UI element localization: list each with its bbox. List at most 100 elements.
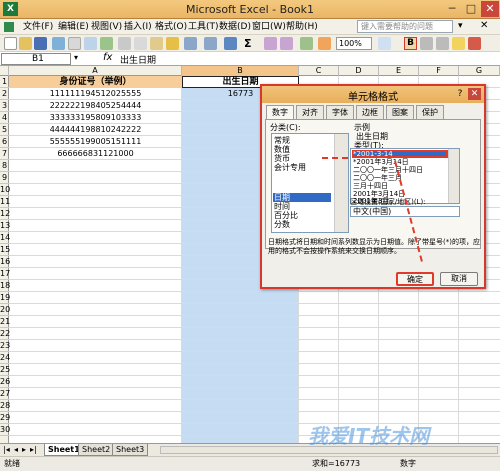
select-all-corner[interactable]	[0, 66, 9, 76]
menu-view[interactable]: 视图(V)	[88, 20, 125, 34]
sheet-tab-3[interactable]: Sheet3	[112, 444, 149, 456]
align-center-icon[interactable]	[420, 37, 433, 50]
row-header[interactable]: 24	[0, 352, 10, 364]
category-currency[interactable]: 货币	[274, 154, 290, 163]
cell-a5[interactable]: 444444198810242222	[9, 124, 182, 136]
cell-a1[interactable]: 身份证号（举例）	[9, 76, 182, 88]
row-header[interactable]: 26	[0, 376, 10, 388]
open-icon[interactable]	[19, 37, 32, 50]
row-header[interactable]: 6	[0, 136, 9, 148]
cancel-button[interactable]: 取消	[440, 272, 478, 286]
row-header[interactable]: 13	[0, 220, 10, 232]
cell-a4[interactable]: 333333195809103333	[9, 112, 182, 124]
column-header-c[interactable]: C	[299, 66, 339, 76]
formula-content[interactable]: 出生日期	[120, 53, 156, 66]
row-header[interactable]: 21	[0, 316, 10, 328]
category-general[interactable]: 常规	[274, 136, 290, 145]
row-header[interactable]: 9	[0, 172, 9, 184]
cell-a6[interactable]: 555555199005151111	[9, 136, 182, 148]
column-header-e[interactable]: E	[379, 66, 419, 76]
print-preview-icon[interactable]	[84, 37, 97, 50]
tab-font[interactable]: 字体	[326, 105, 354, 119]
tab-number[interactable]: 数字	[266, 105, 294, 119]
row-header[interactable]: 18	[0, 280, 10, 292]
column-header-a[interactable]: A	[9, 66, 182, 76]
row-header[interactable]: 1	[0, 76, 9, 88]
cell-a7[interactable]: 666666831121000	[9, 148, 182, 160]
row-header[interactable]: 19	[0, 292, 10, 304]
redo-icon[interactable]	[204, 37, 217, 50]
category-scrollbar[interactable]	[334, 134, 348, 232]
row-header[interactable]: 11	[0, 196, 10, 208]
category-accounting[interactable]: 会计专用	[274, 163, 306, 172]
row-header[interactable]: 8	[0, 160, 9, 172]
tab-alignment[interactable]: 对齐	[296, 105, 324, 119]
help-search-input[interactable]: 键入需要帮助的问题	[357, 20, 453, 33]
tab-border[interactable]: 边框	[356, 105, 384, 119]
minimize-button[interactable]: ─	[443, 1, 461, 17]
sheet-tab-2[interactable]: Sheet2	[78, 444, 115, 456]
insert-function-icon[interactable]: fx	[103, 52, 112, 63]
format-painter-icon[interactable]	[166, 37, 179, 50]
category-list[interactable]: 常规 数值 货币 会计专用 日期 时间 百分比 分数	[271, 133, 349, 233]
tab-prev-icon[interactable]: ◂	[14, 445, 18, 454]
paste-icon[interactable]	[150, 37, 163, 50]
column-header-b[interactable]: B	[182, 66, 299, 76]
name-box-dropdown-icon[interactable]: ▾	[74, 53, 78, 62]
tab-next-icon[interactable]: ▸	[22, 445, 26, 454]
help-icon[interactable]	[378, 37, 391, 50]
locale-select[interactable]: 中文(中国)	[350, 206, 460, 217]
name-box[interactable]: B1	[1, 53, 71, 65]
row-header[interactable]: 15	[0, 244, 10, 256]
row-header[interactable]: 5	[0, 124, 9, 136]
dialog-help-icon[interactable]: ?	[454, 88, 466, 100]
menu-file[interactable]: 文件(F)	[20, 20, 56, 34]
row-header[interactable]: 3	[0, 100, 9, 112]
close-workbook-icon[interactable]: ✕	[480, 20, 488, 31]
cell-a3[interactable]: 222222198405254444	[9, 100, 182, 112]
row-header[interactable]: 12	[0, 208, 10, 220]
permission-icon[interactable]	[52, 37, 65, 50]
close-button[interactable]: ✕	[481, 1, 499, 17]
type-scrollbar[interactable]	[448, 149, 459, 203]
tab-patterns[interactable]: 图案	[386, 105, 414, 119]
column-header-g[interactable]: G	[459, 66, 500, 76]
new-icon[interactable]	[4, 37, 17, 50]
row-header[interactable]: 27	[0, 388, 10, 400]
type-option-3[interactable]: 二〇〇一年三月十四日	[353, 166, 423, 174]
bold-button[interactable]: B	[404, 37, 417, 50]
row-header[interactable]: 10	[0, 184, 10, 196]
print-icon[interactable]	[68, 37, 81, 50]
row-header[interactable]: 17	[0, 268, 10, 280]
row-header[interactable]: 23	[0, 340, 10, 352]
row-header[interactable]: 16	[0, 256, 10, 268]
cell-a2[interactable]: 111111194512025555	[9, 88, 182, 100]
category-percentage[interactable]: 百分比	[274, 211, 298, 220]
zoom-select[interactable]: 100%	[336, 37, 372, 50]
tab-protection[interactable]: 保护	[416, 105, 444, 119]
chart-wizard-icon[interactable]	[300, 37, 313, 50]
row-header[interactable]: 14	[0, 232, 10, 244]
tab-first-icon[interactable]: |◂	[3, 445, 10, 454]
type-option-4[interactable]: 二〇〇一年三月	[353, 174, 402, 182]
help-dropdown-icon[interactable]: ▾	[458, 21, 463, 31]
row-header[interactable]: 28	[0, 400, 10, 412]
spelling-icon[interactable]	[100, 37, 113, 50]
column-header-d[interactable]: D	[339, 66, 379, 76]
type-option-2[interactable]: *2001年3月14日	[353, 158, 409, 166]
row-header[interactable]: 29	[0, 412, 10, 424]
category-time[interactable]: 时间	[274, 202, 290, 211]
row-header[interactable]: 25	[0, 364, 10, 376]
row-header[interactable]: 7	[0, 148, 9, 160]
menu-help[interactable]: 帮助(H)	[283, 20, 321, 34]
copy-icon[interactable]	[134, 37, 147, 50]
undo-icon[interactable]	[184, 37, 197, 50]
category-date[interactable]: 日期	[274, 193, 290, 202]
cut-icon[interactable]	[118, 37, 131, 50]
sort-descending-icon[interactable]	[280, 37, 293, 50]
tab-last-icon[interactable]: ▸|	[30, 445, 37, 454]
font-color-icon[interactable]	[468, 37, 481, 50]
category-number[interactable]: 数值	[274, 145, 290, 154]
ok-button[interactable]: 确定	[396, 272, 434, 286]
column-header-f[interactable]: F	[419, 66, 459, 76]
